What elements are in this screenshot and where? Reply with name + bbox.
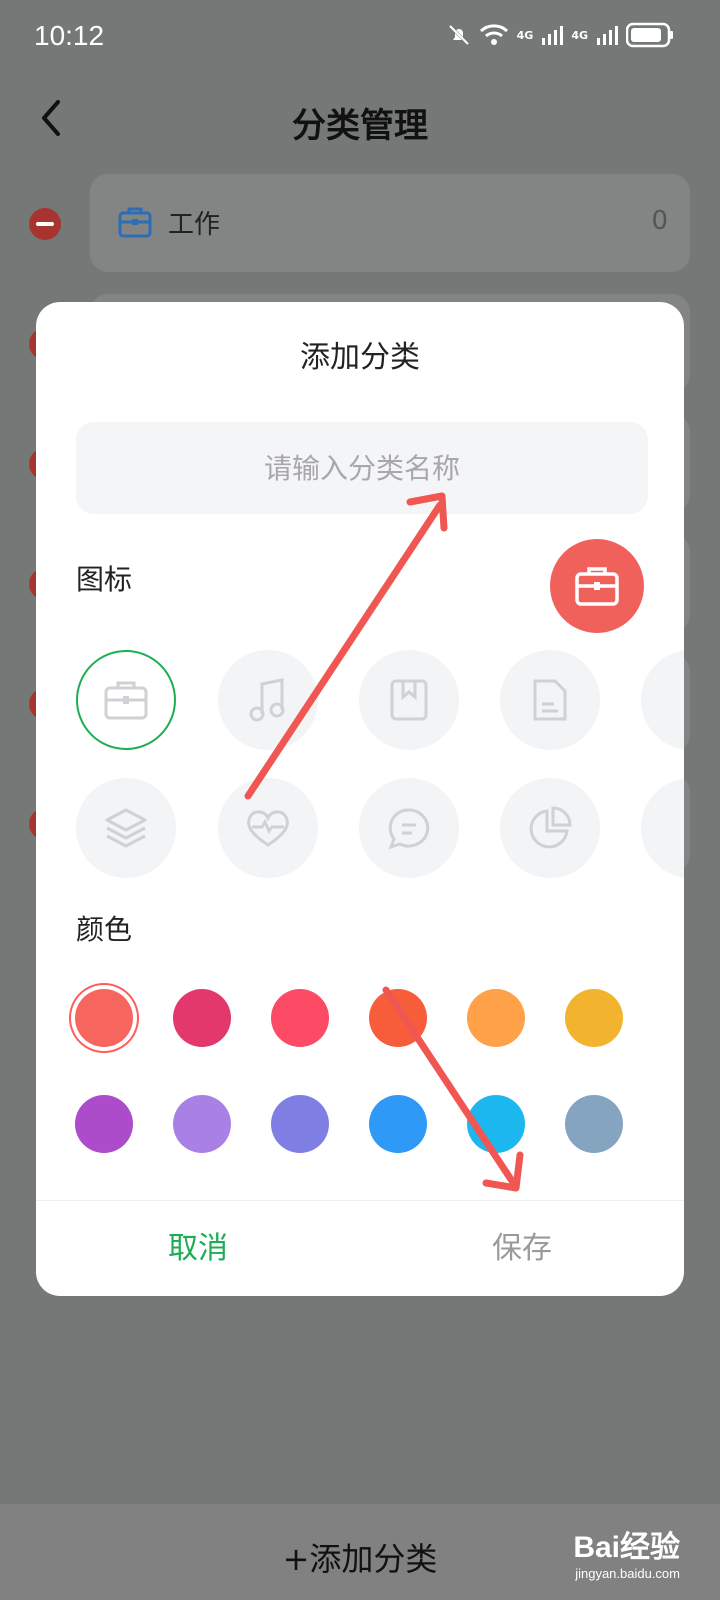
category-name-input[interactable] bbox=[76, 422, 648, 514]
category-label: 工作 bbox=[168, 210, 221, 240]
color-swatch[interactable] bbox=[271, 989, 329, 1047]
watermark-brand: Bai经验 bbox=[573, 1531, 680, 1564]
briefcase-icon bbox=[575, 567, 619, 606]
color-swatch[interactable] bbox=[173, 1095, 231, 1153]
page-title: 分类管理 bbox=[292, 106, 428, 146]
briefcase-icon bbox=[118, 207, 152, 238]
color-swatch[interactable] bbox=[467, 989, 525, 1047]
color-swatch[interactable] bbox=[75, 989, 133, 1047]
icon-option-more[interactable] bbox=[641, 650, 684, 750]
icon-option-more[interactable] bbox=[641, 778, 684, 878]
color-swatch[interactable] bbox=[369, 1095, 427, 1153]
icon-option-bookmark[interactable] bbox=[359, 650, 459, 750]
color-swatch[interactable] bbox=[75, 1095, 133, 1153]
icon-option-briefcase[interactable] bbox=[76, 650, 176, 750]
network-2-label: 4G bbox=[571, 28, 588, 42]
dialog-divider bbox=[36, 1200, 684, 1201]
icon-option-document[interactable] bbox=[500, 650, 600, 750]
document-icon bbox=[533, 679, 567, 721]
signal-1-icon bbox=[542, 26, 564, 45]
bookmark-icon bbox=[390, 679, 428, 721]
category-row[interactable]: 工作 0 bbox=[90, 174, 690, 272]
icon-option-music[interactable] bbox=[218, 650, 318, 750]
watermark-url: jingyan.baidu.com bbox=[575, 1566, 680, 1581]
color-swatch[interactable] bbox=[565, 989, 623, 1047]
music-icon bbox=[249, 678, 285, 722]
color-swatch[interactable] bbox=[467, 1095, 525, 1153]
mute-bell-icon bbox=[448, 24, 469, 46]
color-swatch[interactable] bbox=[369, 989, 427, 1047]
cancel-button[interactable]: 取消 bbox=[36, 1202, 360, 1296]
icon-section-label: 图标 bbox=[76, 563, 133, 596]
icon-option-heart[interactable] bbox=[218, 778, 318, 878]
pie-chart-icon bbox=[529, 806, 572, 849]
heart-pulse-icon bbox=[247, 810, 289, 847]
icon-option-chat[interactable] bbox=[359, 778, 459, 878]
signal-2-icon bbox=[597, 26, 618, 45]
color-swatch[interactable] bbox=[271, 1095, 329, 1153]
color-swatch[interactable] bbox=[565, 1095, 623, 1153]
category-count: 0 bbox=[651, 206, 668, 236]
bottom-bar: +添加分类 Bai经验 jingyan.baidu.com bbox=[0, 1504, 720, 1600]
chat-icon bbox=[388, 808, 430, 850]
color-section-label: 颜色 bbox=[76, 913, 133, 946]
status-time: 10:12 bbox=[34, 20, 105, 51]
delete-category-button[interactable] bbox=[29, 208, 61, 240]
icon-preview bbox=[550, 539, 644, 633]
wifi-icon bbox=[479, 24, 508, 45]
color-swatch[interactable] bbox=[173, 989, 231, 1047]
layers-icon bbox=[105, 808, 147, 848]
save-button[interactable]: 保存 bbox=[360, 1202, 684, 1296]
icon-option-layers[interactable] bbox=[76, 778, 176, 878]
watermark: Bai经验 jingyan.baidu.com bbox=[573, 1522, 680, 1581]
add-category-dialog: 添加分类 图标 颜色 取消 保存 bbox=[36, 302, 684, 1296]
network-1-label: 4G bbox=[516, 28, 534, 42]
icon-option-pie-chart[interactable] bbox=[500, 778, 600, 878]
status-icons: 4G 4G bbox=[447, 22, 674, 48]
dialog-title: 添加分类 bbox=[300, 340, 420, 375]
battery-icon bbox=[626, 22, 673, 48]
briefcase-icon bbox=[104, 681, 148, 720]
